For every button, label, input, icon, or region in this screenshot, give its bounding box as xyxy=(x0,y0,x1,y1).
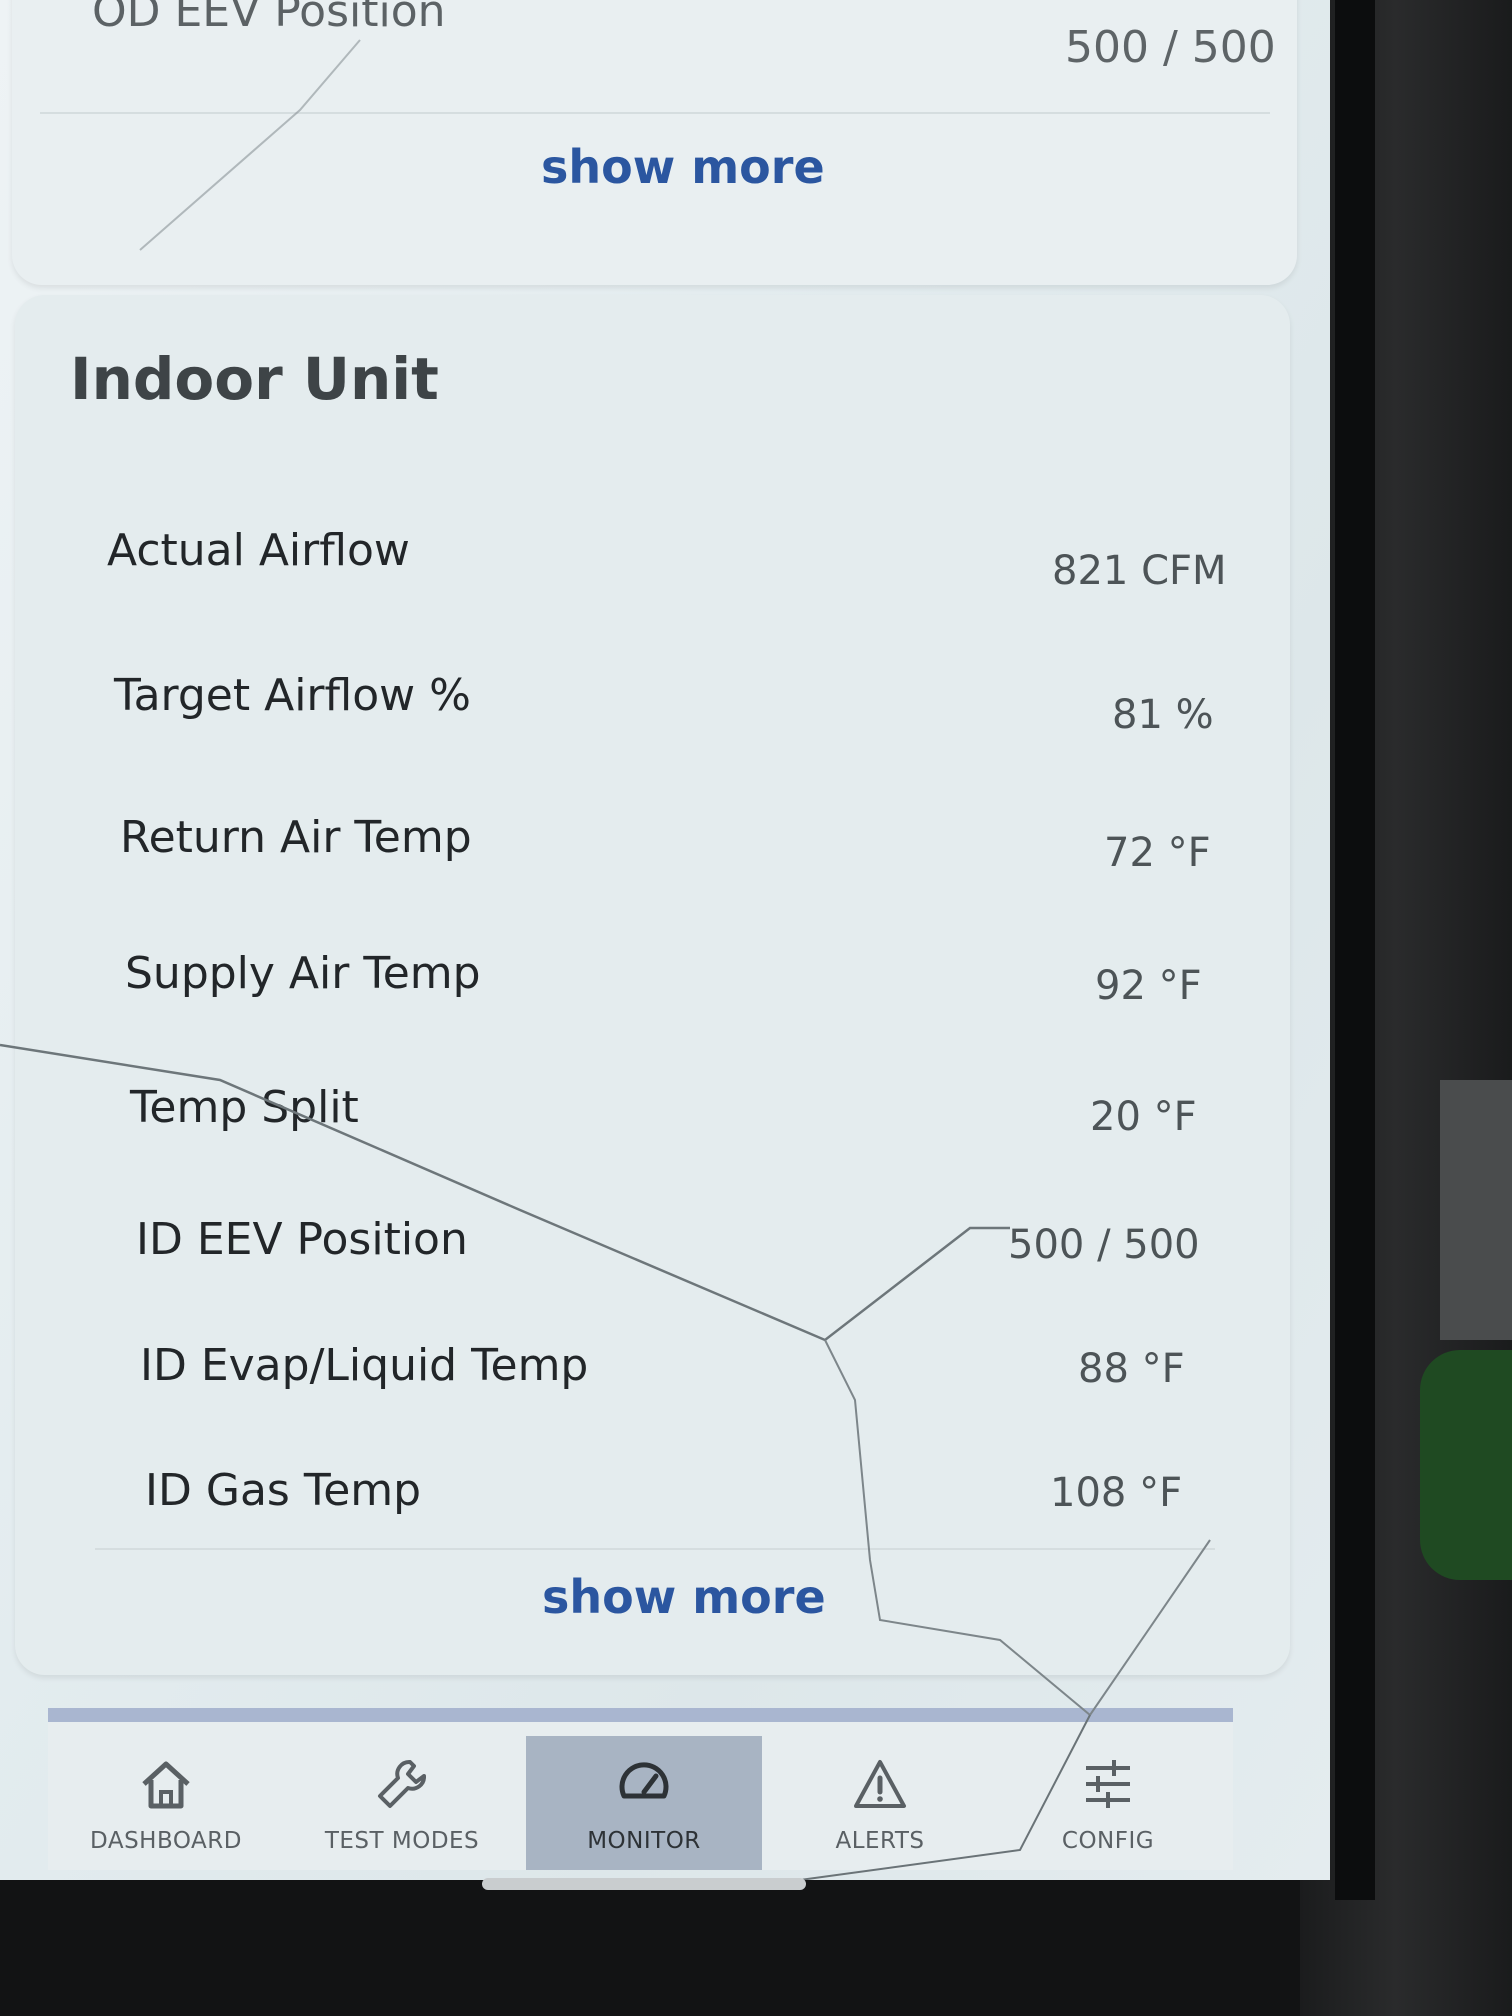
nav-label-config: CONFIG xyxy=(1061,1828,1155,1854)
nav-item-config[interactable]: CONFIG xyxy=(990,1736,1226,1870)
phone-screen: OD EEV Position 500 / 500 show more Indo… xyxy=(0,0,1330,1880)
row-value-id-gas-temp: 108 °F xyxy=(1050,1470,1183,1516)
row-value-temp-split: 20 °F xyxy=(1090,1094,1197,1140)
background-object xyxy=(1440,1080,1512,1340)
nav-item-test-modes[interactable]: TEST MODES xyxy=(284,1736,520,1870)
section-title-indoor-unit: Indoor Unit xyxy=(70,345,439,413)
nav-item-alerts[interactable]: ALERTS xyxy=(762,1736,998,1870)
phone-bezel xyxy=(1300,0,1512,2016)
row-value-return-air-temp: 72 °F xyxy=(1104,830,1211,876)
background-object xyxy=(1420,1350,1512,1580)
nav-item-monitor[interactable]: MONITOR xyxy=(526,1736,762,1870)
row-value-id-eev-position: 500 / 500 xyxy=(1008,1222,1200,1268)
nav-label-test-modes: TEST MODES xyxy=(324,1828,480,1854)
nav-label-alerts: ALERTS xyxy=(835,1828,925,1854)
row-value-od-eev-position: 500 / 500 xyxy=(1065,22,1276,73)
row-value-id-evap-liquid-temp: 88 °F xyxy=(1078,1346,1185,1392)
bottom-navigation-bar: DASHBOARD TEST MODES MONITOR ALERTS CONF… xyxy=(48,1708,1233,1870)
row-divider xyxy=(95,1548,1215,1550)
row-value-target-airflow: 81 % xyxy=(1112,692,1214,738)
nav-label-dashboard: DASHBOARD xyxy=(90,1828,242,1854)
row-label-od-eev-position: OD EEV Position xyxy=(92,0,446,37)
home-icon xyxy=(142,1761,190,1809)
row-label-actual-airflow: Actual Airflow xyxy=(107,525,410,576)
nav-label-monitor: MONITOR xyxy=(587,1828,701,1854)
row-label-id-evap-liquid-temp: ID Evap/Liquid Temp xyxy=(140,1340,589,1391)
row-value-actual-airflow: 821 CFM xyxy=(1052,548,1227,594)
row-label-id-gas-temp: ID Gas Temp xyxy=(145,1465,422,1516)
gauge-icon xyxy=(619,1762,669,1799)
nav-item-dashboard[interactable]: DASHBOARD xyxy=(48,1736,284,1870)
wrench-icon xyxy=(378,1760,426,1808)
show-more-indoor-button[interactable]: show more xyxy=(542,1570,826,1624)
warning-icon xyxy=(854,1760,906,1808)
row-label-return-air-temp: Return Air Temp xyxy=(120,812,472,863)
row-value-supply-air-temp: 92 °F xyxy=(1095,963,1202,1009)
phone-edge xyxy=(1335,0,1375,1900)
row-label-supply-air-temp: Supply Air Temp xyxy=(125,948,481,999)
sliders-icon xyxy=(1086,1760,1130,1808)
row-label-id-eev-position: ID EEV Position xyxy=(136,1214,468,1265)
show-more-outdoor-button[interactable]: show more xyxy=(541,140,825,194)
row-label-temp-split: Temp Split xyxy=(130,1082,359,1133)
row-divider xyxy=(40,112,1270,114)
home-indicator[interactable] xyxy=(482,1878,806,1890)
row-label-target-airflow: Target Airflow % xyxy=(114,670,471,721)
